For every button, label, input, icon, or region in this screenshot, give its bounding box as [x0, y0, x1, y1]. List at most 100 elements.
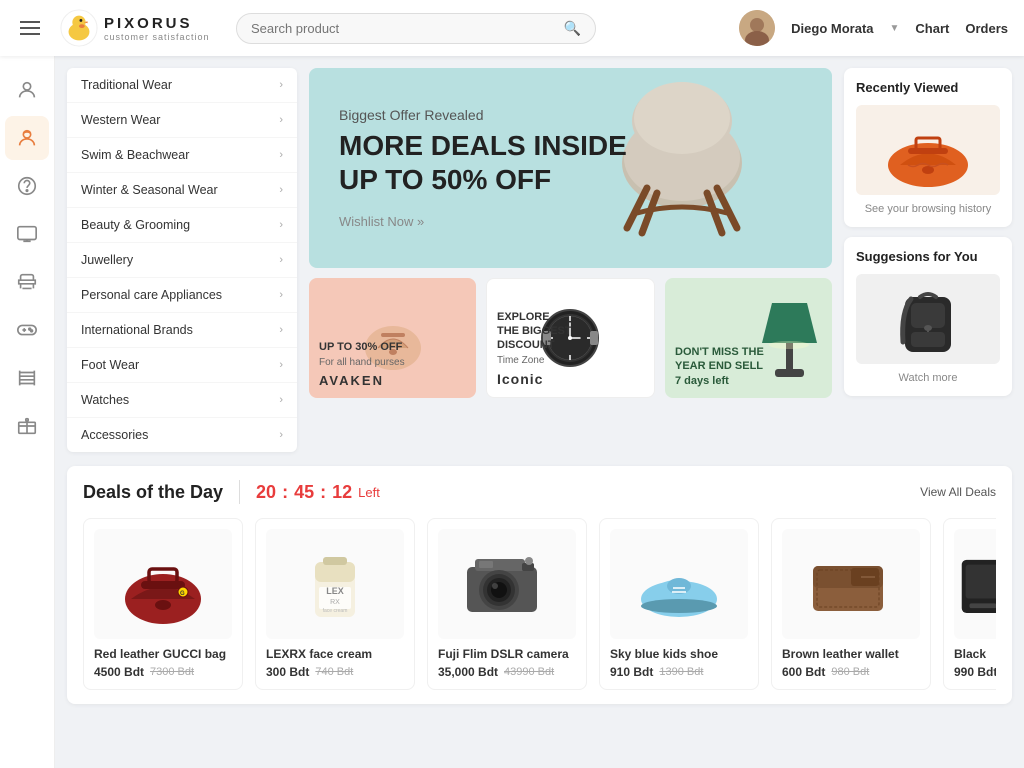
product-kids-shoe[interactable]: Sky blue kids shoe 910 Bdt 1390 Bdt: [599, 518, 759, 690]
timer-seconds: 12: [332, 482, 352, 503]
product-image-black-item: [954, 529, 996, 639]
category-jewellery[interactable]: Juwellery ›: [67, 243, 297, 278]
product-camera[interactable]: Fuji Flim DSLR camera 35,000 Bdt 43990 B…: [427, 518, 587, 690]
category-footwear[interactable]: Foot Wear ›: [67, 348, 297, 383]
header: PIXORUS customer satisfaction 🔍 Diego Mo…: [0, 0, 1024, 56]
products-row: G Red leather GUCCI bag 4500 Bdt 7300 Bd…: [83, 518, 996, 690]
search-bar[interactable]: 🔍: [236, 13, 596, 44]
suggestions-title: Suggesions for You: [856, 249, 1000, 264]
product-price-face-cream: 300 Bdt 740 Bdt: [266, 665, 404, 679]
sub-banner-2-brand: Iconic: [497, 371, 572, 387]
orders-link[interactable]: Orders: [965, 21, 1008, 36]
suggestions-card: Suggesions for You: [844, 237, 1012, 396]
svg-text:LEX: LEX: [326, 586, 344, 596]
sub-banner-3-text: DON'T MISS THE YEAR END SELL 7 days left: [675, 345, 764, 388]
product-image-camera: [438, 529, 576, 639]
header-right: Diego Morata ▼ Chart Orders: [739, 10, 1008, 46]
chevron-right-icon: ›: [279, 289, 283, 301]
sub-banner-1-brand: AVAKEN: [319, 373, 405, 388]
product-name-gucci-bag: Red leather GUCCI bag: [94, 647, 232, 661]
product-price-wallet: 600 Bdt 980 Bdt: [782, 665, 920, 679]
sub-banner-watch[interactable]: EXPLORE THE BIGGEST DISCOUNT Time Zone I…: [486, 278, 655, 398]
category-winter-wear[interactable]: Winter & Seasonal Wear ›: [67, 173, 297, 208]
deals-timer: 20 : 45 : 12 Left: [256, 482, 380, 503]
sub-banner-purse[interactable]: UP TO 30% OFF For all hand purses AVAKEN: [309, 278, 476, 398]
chevron-right-icon: ›: [279, 254, 283, 266]
chevron-right-icon: ›: [279, 429, 283, 441]
category-menu: Traditional Wear › Western Wear › Swim &…: [67, 68, 297, 452]
recently-viewed-title: Recently Viewed: [856, 80, 1000, 95]
product-price-camera: 35,000 Bdt 43990 Bdt: [438, 665, 576, 679]
category-international-brands[interactable]: International Brands ›: [67, 313, 297, 348]
product-image-kids-shoe: [610, 529, 748, 639]
suggestion-image: [856, 274, 1000, 364]
product-price-gucci-bag: 4500 Bdt 7300 Bdt: [94, 665, 232, 679]
timer-hours: 20: [256, 482, 276, 503]
category-beauty[interactable]: Beauty & Grooming ›: [67, 208, 297, 243]
deals-header: Deals of the Day 20 : 45 : 12 Left View …: [83, 480, 996, 504]
category-western-wear[interactable]: Western Wear ›: [67, 103, 297, 138]
category-personal-care[interactable]: Personal care Appliances ›: [67, 278, 297, 313]
right-sidebar: Recently Viewed See your browsing histo: [844, 68, 1012, 452]
product-wallet[interactable]: Brown leather wallet 600 Bdt 980 Bdt: [771, 518, 931, 690]
search-input[interactable]: [251, 21, 556, 36]
logo-tagline: customer satisfaction: [104, 32, 210, 42]
search-icon: 🔍: [564, 20, 581, 37]
sidebar-item-books[interactable]: [5, 356, 49, 400]
chevron-right-icon: ›: [279, 79, 283, 91]
sidebar-item-furniture[interactable]: [5, 260, 49, 304]
hero-subtitle: Biggest Offer Revealed: [339, 107, 627, 123]
product-face-cream[interactable]: LEX RX face cream LEXRX face cream 300 B…: [255, 518, 415, 690]
user-dropdown-arrow[interactable]: ▼: [890, 23, 900, 34]
wishlist-button[interactable]: Wishlist Now »: [339, 214, 424, 229]
category-swim-beachwear[interactable]: Swim & Beachwear ›: [67, 138, 297, 173]
sidebar-item-support[interactable]: [5, 164, 49, 208]
chart-link[interactable]: Chart: [915, 21, 949, 36]
product-name-face-cream: LEXRX face cream: [266, 647, 404, 661]
watch-more-link[interactable]: Watch more: [856, 372, 1000, 384]
category-traditional-wear[interactable]: Traditional Wear ›: [67, 68, 297, 103]
deals-title: Deals of the Day: [83, 482, 223, 503]
browse-history-link[interactable]: See your browsing history: [856, 203, 1000, 215]
timer-left: Left: [358, 485, 380, 500]
avatar: [739, 10, 775, 46]
sidebar-item-fashion[interactable]: [5, 116, 49, 160]
chevron-right-icon: ›: [279, 219, 283, 231]
timer-colon-1: :: [282, 482, 288, 503]
main-layout: Traditional Wear › Western Wear › Swim &…: [0, 56, 1024, 768]
hamburger-menu[interactable]: [16, 17, 44, 39]
logo-icon: [60, 9, 98, 47]
recently-viewed-image: [856, 105, 1000, 195]
product-name-black-item: Black: [954, 647, 996, 661]
sidebar-item-electronics[interactable]: [5, 212, 49, 256]
svg-text:RX: RX: [330, 599, 340, 606]
sidebar-icons: [0, 56, 55, 768]
sub-banner-lamp[interactable]: DON'T MISS THE YEAR END SELL 7 days left: [665, 278, 832, 398]
product-name-kids-shoe: Sky blue kids shoe: [610, 647, 748, 661]
user-name: Diego Morata: [791, 21, 873, 36]
hero-title: MORE DEALS INSIDEUP TO 50% OFF: [339, 129, 627, 196]
hero-text: Biggest Offer Revealed MORE DEALS INSIDE…: [339, 107, 627, 229]
timer-minutes: 45: [294, 482, 314, 503]
sidebar-item-gifts[interactable]: [5, 404, 49, 448]
product-gucci-bag[interactable]: G Red leather GUCCI bag 4500 Bdt 7300 Bd…: [83, 518, 243, 690]
view-all-deals[interactable]: View All Deals: [920, 485, 996, 499]
product-name-wallet: Brown leather wallet: [782, 647, 920, 661]
chevron-right-icon: ›: [279, 394, 283, 406]
logo: PIXORUS customer satisfaction: [60, 9, 220, 47]
chevron-right-icon: ›: [279, 114, 283, 126]
product-price-kids-shoe: 910 Bdt 1390 Bdt: [610, 665, 748, 679]
sidebar-item-user[interactable]: [5, 68, 49, 112]
product-image-face-cream: LEX RX face cream: [266, 529, 404, 639]
sub-banners: UP TO 30% OFF For all hand purses AVAKEN: [309, 278, 832, 398]
category-watches[interactable]: Watches ›: [67, 383, 297, 418]
product-image-gucci-bag: G: [94, 529, 232, 639]
sub-banner-1-text: UP TO 30% OFF For all hand purses: [319, 340, 405, 369]
chevron-right-icon: ›: [279, 324, 283, 336]
category-accessories[interactable]: Accessories ›: [67, 418, 297, 452]
sub-banner-2-text: EXPLORE THE BIGGEST DISCOUNT Time Zone: [497, 310, 572, 367]
sidebar-item-gaming[interactable]: [5, 308, 49, 352]
product-name-camera: Fuji Flim DSLR camera: [438, 647, 576, 661]
chevron-right-icon: ›: [279, 359, 283, 371]
product-black-item[interactable]: Black 990 Bdt: [943, 518, 996, 690]
